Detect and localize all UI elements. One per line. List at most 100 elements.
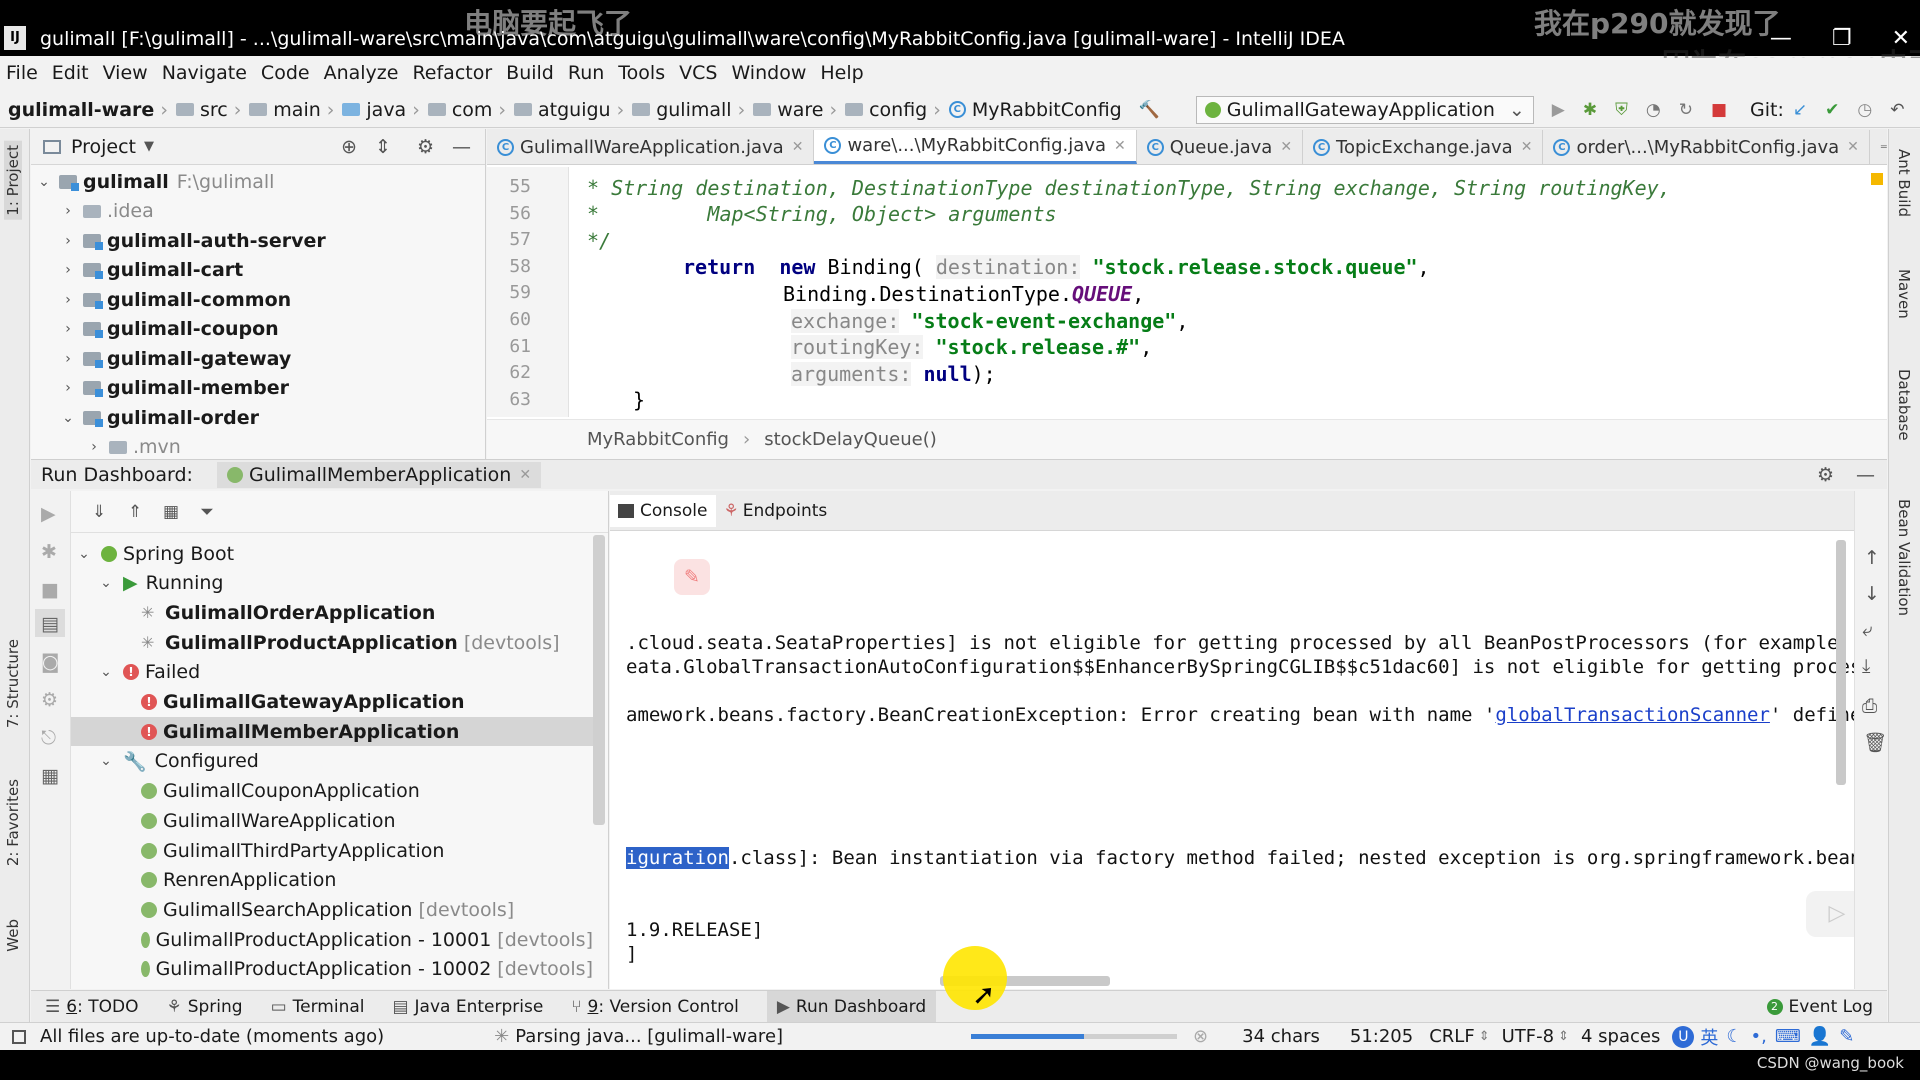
tab-web[interactable]: Web — [4, 919, 22, 952]
tree-item[interactable]: › .idea — [31, 197, 485, 227]
breadcrumb-item[interactable]: C MyRabbitConfig — [948, 99, 1122, 121]
user-icon[interactable]: 👤 — [1809, 1026, 1831, 1047]
editor-tab[interactable]: Corder\...\MyRabbitConfig.java ✕ — [1543, 130, 1870, 164]
failed-app[interactable]: ! GulimallMemberApplication — [71, 717, 593, 747]
stop-icon[interactable]: ■ — [41, 579, 59, 601]
debug-icon[interactable]: ✱ — [41, 541, 57, 563]
breadcrumb-item[interactable]: gulimall-ware › — [8, 99, 168, 121]
tree-item[interactable]: ⌄ gulimall-order — [31, 403, 485, 433]
chevron-right-icon[interactable]: › — [59, 292, 77, 308]
tab-bean-validation[interactable]: Bean Validation — [1895, 499, 1913, 616]
tool-window-button[interactable]: ▶ Run Dashboard — [766, 991, 937, 1022]
collapse-all-icon[interactable]: ⇑ — [126, 503, 144, 521]
settings-icon[interactable]: ⚙ — [41, 689, 58, 711]
play-overlay-icon[interactable]: ▷ — [1806, 891, 1854, 937]
chevron-down-icon[interactable]: ⌄ — [97, 575, 115, 591]
close-icon[interactable]: ✕ — [1521, 139, 1533, 155]
menu-help[interactable]: Help — [820, 62, 863, 84]
run-icon[interactable]: ▶ — [41, 503, 56, 525]
exit-icon[interactable]: ⎋ — [41, 727, 56, 749]
configured-app[interactable]: GulimallWareApplication — [71, 806, 593, 835]
gear-icon[interactable]: ⚙ — [417, 136, 434, 158]
tool-window-button[interactable]: ☰ 6: TODO — [45, 991, 138, 1022]
project-view-label[interactable]: Project — [71, 136, 136, 158]
cancel-icon[interactable]: ⊗ — [1193, 1026, 1208, 1047]
chevron-right-icon[interactable]: › — [59, 203, 77, 219]
hide-icon[interactable]: — — [1856, 464, 1875, 486]
tab-console[interactable]: Console — [610, 494, 716, 527]
running-app[interactable]: ✳ GulimallProductApplication [devtools] — [71, 628, 593, 657]
git-rollback-icon[interactable]: ↶ — [1890, 101, 1904, 119]
tool-window-button[interactable]: ▭ Terminal — [271, 991, 365, 1022]
close-icon[interactable]: ✕ — [1280, 139, 1292, 155]
close-icon[interactable]: ✕ — [1114, 138, 1126, 154]
caret-position[interactable]: 51:205 — [1350, 1026, 1413, 1047]
editor-tab[interactable]: C TopicExchange.java ✕ — [1303, 130, 1544, 164]
tree-root[interactable]: ⌄ gulimall F:\gulimall — [31, 167, 485, 197]
tool-icon[interactable]: ✎ — [1839, 1026, 1854, 1047]
breadcrumb-item[interactable]: com › — [427, 99, 506, 121]
breadcrumb-item[interactable]: java › — [342, 99, 420, 121]
tree-item[interactable]: › gulimall-coupon — [31, 315, 485, 345]
hammer-icon[interactable]: 🔨 — [1139, 101, 1160, 119]
menu-refactor[interactable]: Refactor — [412, 62, 492, 84]
menu-vcs[interactable]: VCS — [679, 62, 717, 84]
locate-icon[interactable]: ⊕ — [341, 136, 357, 158]
chevron-right-icon[interactable]: › — [59, 351, 77, 367]
group-configured[interactable]: ⌄ 🔧 Configured — [71, 747, 593, 776]
camera-icon[interactable]: ◙ — [41, 651, 59, 673]
chevron-right-icon[interactable]: › — [59, 321, 77, 337]
file-encoding[interactable]: UTF-8 — [1502, 1026, 1554, 1047]
profile-icon[interactable]: ◔ — [1646, 101, 1661, 119]
tool-window-button[interactable]: ⚘ Spring — [166, 991, 242, 1022]
breadcrumb-item[interactable]: main › — [249, 99, 334, 121]
git-update-icon[interactable]: ↙ — [1793, 101, 1807, 119]
stop-icon[interactable]: ■ — [1711, 101, 1727, 119]
menu-file[interactable]: File — [6, 62, 38, 84]
trash-icon[interactable]: 🗑 — [1863, 731, 1887, 754]
rerun-icon[interactable]: ↻ — [1679, 101, 1693, 119]
menu-edit[interactable]: Edit — [52, 62, 89, 84]
chevron-down-icon[interactable]: ▼ — [144, 139, 154, 154]
tree-item[interactable]: › gulimall-gateway — [31, 344, 485, 374]
debug-icon[interactable]: ✱ — [1583, 101, 1597, 119]
breadcrumb-item[interactable]: atguigu › — [514, 99, 624, 121]
git-history-icon[interactable]: ◷ — [1857, 101, 1872, 119]
breadcrumb-item[interactable]: gulimall › — [632, 99, 745, 121]
menu-build[interactable]: Build — [506, 62, 554, 84]
chevron-right-icon[interactable]: › — [59, 380, 77, 396]
scroll-down-icon[interactable]: ↓ — [1864, 583, 1880, 605]
print-icon[interactable]: ⎙ — [1862, 695, 1877, 717]
close-icon[interactable]: ✕ — [519, 467, 531, 483]
chevron-down-icon[interactable]: ⌄ — [97, 753, 115, 769]
tool-window-button[interactable]: ⑂ 9: Version Control — [571, 991, 739, 1022]
gear-icon[interactable]: ⚙ — [1817, 464, 1834, 486]
tab-structure[interactable]: 7: Structure — [4, 639, 22, 728]
editor-tab[interactable]: C Queue.java ✕ — [1137, 130, 1304, 164]
line-separator[interactable]: CRLF — [1429, 1026, 1474, 1047]
running-app[interactable]: ✳ GulimallOrderApplication — [71, 598, 593, 627]
git-commit-icon[interactable]: ✔ — [1825, 101, 1839, 119]
menu-window[interactable]: Window — [731, 62, 806, 84]
menu-view[interactable]: View — [103, 62, 148, 84]
moon-icon[interactable]: ☾ — [1726, 1026, 1742, 1047]
breadcrumb-item[interactable]: ware › — [753, 99, 837, 121]
tab-project[interactable]: 1: Project — [4, 141, 22, 220]
failed-app[interactable]: ! GulimallGatewayApplication — [71, 688, 593, 717]
menu-navigate[interactable]: Navigate — [162, 62, 247, 84]
filter-icon[interactable]: ⏷ — [198, 503, 216, 521]
layout-icon[interactable]: ▦ — [41, 765, 59, 787]
collapse-all-icon[interactable]: ⇕ — [375, 136, 391, 158]
hide-icon[interactable]: — — [452, 136, 471, 158]
configured-app[interactable]: RenrenApplication — [71, 866, 593, 895]
tab-database[interactable]: Database — [1895, 369, 1913, 441]
menu-tools[interactable]: Tools — [618, 62, 665, 84]
tool-window-button[interactable]: ▤ Java Enterprise — [392, 991, 543, 1022]
warning-marker-icon[interactable] — [1871, 173, 1883, 185]
ime-icon[interactable]: U — [1672, 1025, 1695, 1048]
group-spring-boot[interactable]: ⌄ Spring Boot — [71, 539, 593, 568]
keyboard-icon[interactable]: ⌨ — [1775, 1026, 1801, 1047]
breadcrumb-method[interactable]: stockDelayQueue() — [764, 429, 937, 450]
layout-toggle-icon[interactable] — [12, 1029, 26, 1044]
punctuation-icon[interactable]: •, — [1750, 1026, 1766, 1047]
